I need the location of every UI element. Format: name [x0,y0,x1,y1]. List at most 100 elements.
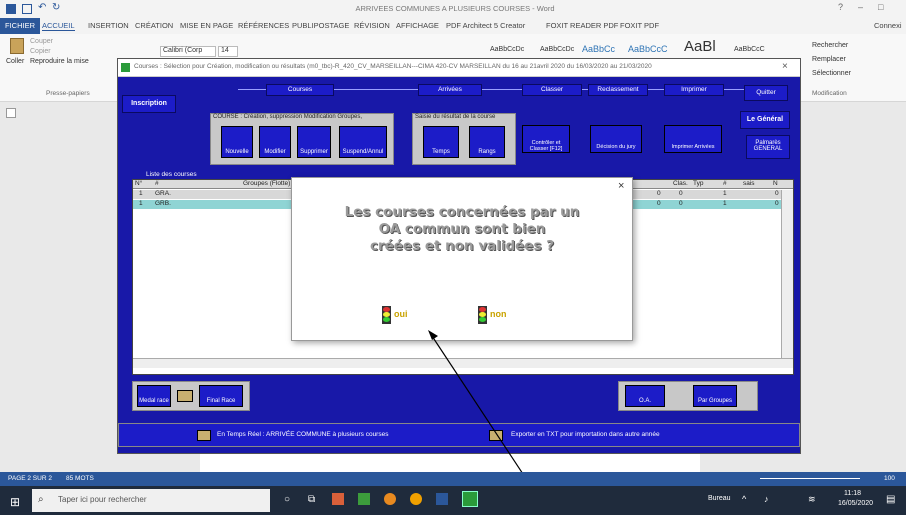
palmares-general-button[interactable]: Palmarès GENERAL [746,135,790,159]
header-hash[interactable]: # [155,180,159,187]
app-store-icon[interactable] [358,493,370,505]
nouvelle-button[interactable]: Nouvelle [221,126,253,158]
page-counter[interactable]: PAGE 2 SUR 2 [8,475,52,482]
bureau-label[interactable]: Bureau [708,495,731,502]
courses-close-icon[interactable]: × [782,61,788,72]
temps-reel-label[interactable]: En Temps Réel : ARRIVÉE COMMUNE à plusie… [217,431,388,438]
style-subtitle[interactable]: AaBbCcC [734,46,765,53]
export-icon[interactable] [489,430,503,441]
row-v4: 0 [775,200,779,207]
flow-courses[interactable]: Courses [266,84,334,96]
word-taskbar-icon[interactable] [436,493,448,505]
temps-reel-icon[interactable] [197,430,211,441]
tab-foxit-reader[interactable]: FOXIT READER PDF [546,21,618,30]
flow-arrivees[interactable]: Arrivées [418,84,482,96]
replace-button[interactable]: Remplacer [812,56,846,63]
inscription-button[interactable]: Inscription [122,95,176,113]
style-heading1[interactable]: AaBbCc [582,44,615,54]
copy-button[interactable]: Copier [30,48,51,55]
tab-foxit-pdf[interactable]: FOXIT PDF [620,21,659,30]
header-hash2[interactable]: # [723,180,727,187]
vertical-scrollbar[interactable] [781,190,793,358]
zoom-slider[interactable] [760,478,860,479]
flow-imprimer[interactable]: Imprimer [664,84,724,96]
rangs-button[interactable]: Rangs [469,126,505,158]
tab-publipostage[interactable]: PUBLIPOSTAGE [292,21,349,30]
cortana-icon[interactable]: ○ [284,494,290,505]
style-heading2[interactable]: AaBbCcC [628,44,668,54]
flow-reclassement[interactable]: Reclassement [588,84,648,96]
format-painter-button[interactable]: Reproduire la mise [30,58,89,65]
save-icon[interactable] [22,4,32,14]
tab-revision[interactable]: RÉVISION [354,21,390,30]
par-groupes-button[interactable]: Par Groupes [693,385,737,407]
suspend-annul-button[interactable]: Suspend/Annul [339,126,387,158]
header-n[interactable]: N [773,180,778,187]
supprimer-button[interactable]: Supprimer [297,126,331,158]
modifier-button[interactable]: Modifier [259,126,291,158]
tab-mise-en-page[interactable]: MISE EN PAGE [180,21,233,30]
tab-fichier[interactable]: FICHIER [0,18,40,34]
word-count[interactable]: 85 MOTS [66,475,94,482]
imprimer-arrivees-button[interactable]: Imprimer Arrivées [664,125,722,153]
restore-icon[interactable]: □ [878,2,883,12]
tab-insertion[interactable]: INSERTION [88,21,129,30]
undo-icon[interactable]: ↶ [38,2,46,13]
network-icon[interactable]: ≋ [808,494,816,505]
minimize-icon[interactable]: – [858,2,863,12]
notifications-icon[interactable]: ▤ [886,494,895,505]
find-button[interactable]: Rechercher [812,42,848,49]
non-button[interactable]: non [478,306,538,326]
cut-button[interactable]: Couper [30,38,53,45]
header-num[interactable]: N° [135,180,142,187]
font-size-select[interactable]: 14 [218,46,238,57]
windows-start-icon[interactable]: ⊞ [10,495,20,509]
task-view-icon[interactable]: ⧉ [308,494,315,505]
tab-creation[interactable]: CRÉATION [135,21,173,30]
chrome-icon[interactable] [410,493,422,505]
page-icon[interactable] [177,390,193,402]
ruler-toggle-icon[interactable] [6,108,16,118]
quitter-button[interactable]: Quitter [744,85,788,101]
header-groupes[interactable]: Groupes (Flotte) [243,180,290,187]
horizontal-scrollbar[interactable] [133,358,793,368]
flow-classer[interactable]: Classer [522,84,582,96]
tab-references[interactable]: RÉFÉRENCES [238,21,289,30]
tab-accueil[interactable]: ACCUEIL [42,21,75,31]
app-photos-icon[interactable] [332,493,344,505]
header-typ[interactable]: Typ [693,180,703,187]
tray-chevron-icon[interactable]: ^ [742,494,746,504]
volume-icon[interactable]: ♪ [764,494,769,504]
tab-pdf-architect[interactable]: PDF Architect 5 Creator [446,21,525,30]
oui-button[interactable]: oui [382,306,442,326]
taskbar-search-input[interactable]: Taper ici pour rechercher [58,495,146,504]
courses-app-taskbar-icon[interactable] [462,491,478,507]
clock-time[interactable]: 11:18 [844,490,861,497]
font-name-select[interactable]: Calibri (Corp [160,46,216,57]
firefox-icon[interactable] [384,493,396,505]
controler-classer-button[interactable]: Contrôler et Classer [F12] [522,125,570,153]
header-clas[interactable]: Clas. [673,180,688,187]
decision-jury-button[interactable]: Décision du jury [590,125,642,153]
export-label[interactable]: Exporter en TXT pour importation dans au… [511,431,660,438]
dialog-close-icon[interactable]: × [618,180,624,192]
tab-affichage[interactable]: AFFICHAGE [396,21,439,30]
medal-race-button[interactable]: Medal race [137,385,171,407]
style-normal[interactable]: AaBbCcDc [490,46,524,53]
paste-icon[interactable] [10,38,24,54]
zoom-level[interactable]: 100 [884,475,895,482]
le-general-button[interactable]: Le Général [740,111,790,129]
paste-label[interactable]: Coller [6,58,24,65]
header-sais[interactable]: sais [743,180,755,187]
final-race-button[interactable]: Final Race [199,385,243,407]
style-nospacing[interactable]: AaBbCcDc [540,46,574,53]
redo-icon[interactable]: ↻ [52,2,60,13]
temps-button[interactable]: Temps [423,126,459,158]
style-title[interactable]: AaBl [684,38,716,55]
clock-date[interactable]: 16/05/2020 [838,500,873,507]
help-icon[interactable]: ? [838,2,843,12]
oa-button[interactable]: O.A. [625,385,665,407]
account-link[interactable]: Connexi [874,21,902,30]
taskbar-search[interactable]: ⌕ Taper ici pour rechercher [32,489,270,512]
select-button[interactable]: Sélectionner [812,70,851,77]
